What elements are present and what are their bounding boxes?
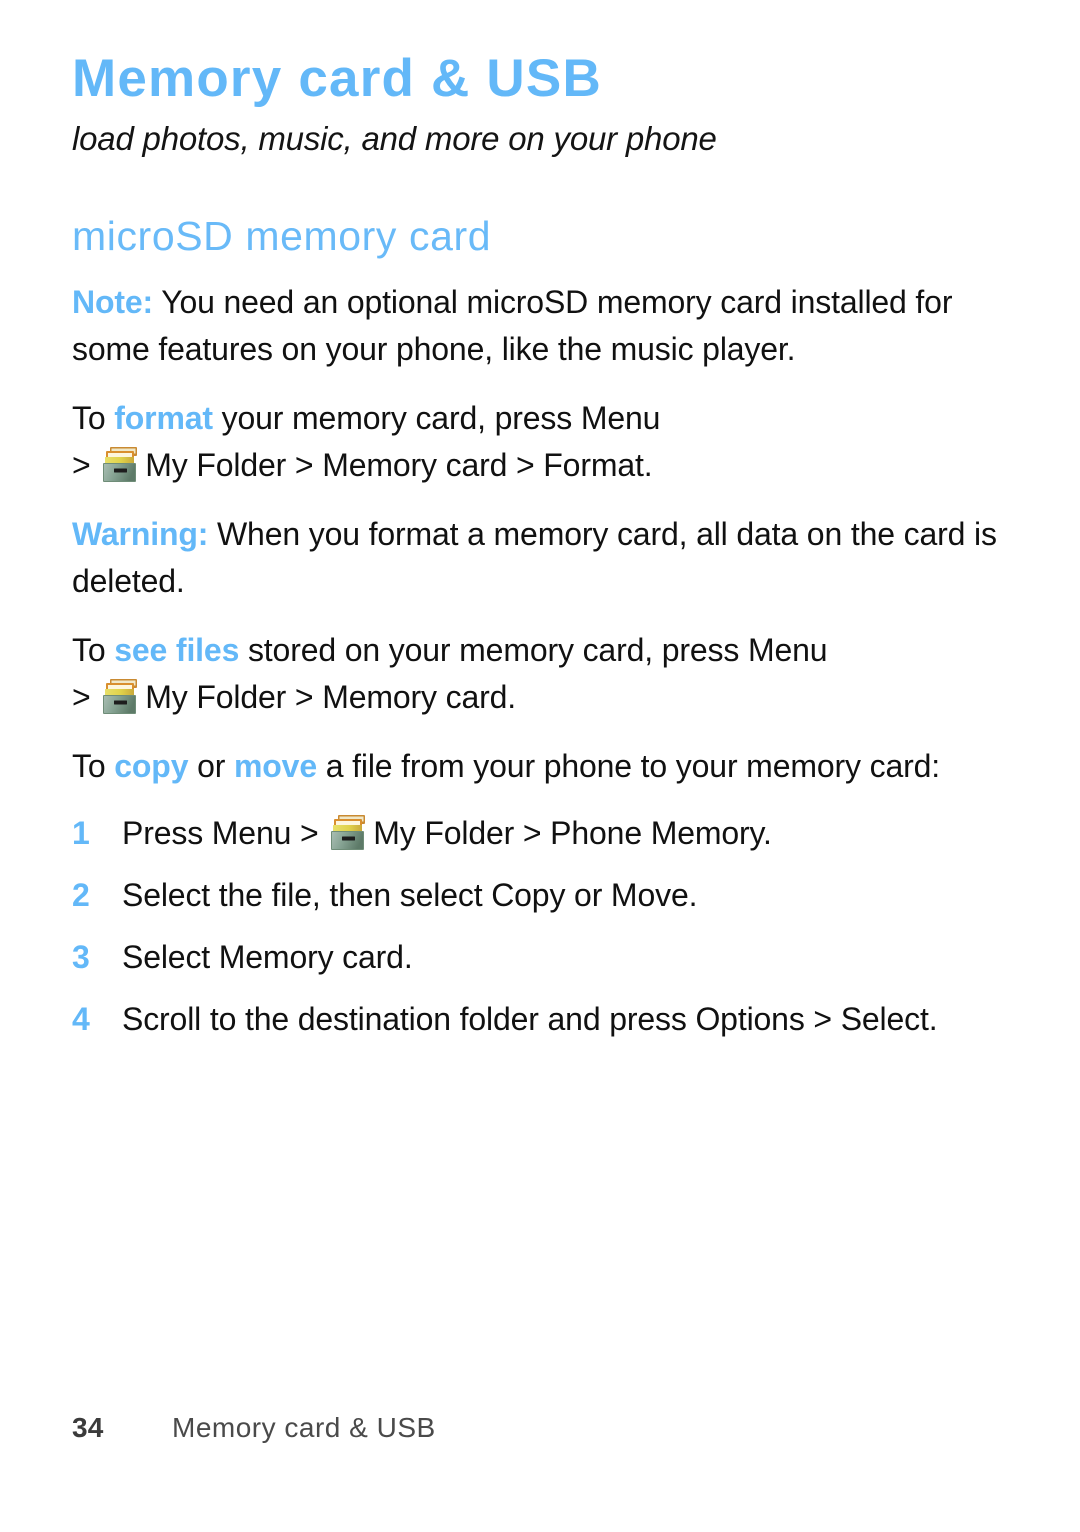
warning-label: Warning: [72,516,209,552]
step-text-pre: Press Menu > [122,815,328,851]
footer-chapter-title: Memory card & USB [172,1412,436,1443]
note-paragraph: Note: You need an optional microSD memor… [72,279,1020,373]
page-footer: 34 Memory card & USB [72,1412,1020,1444]
format-accent-word: format [114,400,213,436]
chapter-subtitle: load photos, music, and more on your pho… [72,120,717,157]
step-text-post: My Folder > Phone Memory. [373,815,772,851]
format-post-text: your memory card, press Menu [212,400,661,436]
step-text: Select Memory card. [122,939,413,975]
see-files-path-prefix: > [72,679,100,715]
file-cabinet-folder-icon [101,678,141,716]
list-item: 2 Select the file, then select Copy or Mo… [72,872,1020,919]
copy-move-pre-text: To [72,748,115,784]
step-number: 3 [72,939,90,975]
file-cabinet-folder-icon [101,446,141,484]
move-accent-word: move [233,748,317,784]
warning-text: When you format a memory card, all data … [72,516,997,599]
page-content: Memory card & USB load photos, music, an… [72,52,1020,1043]
step-text: Scroll to the destination folder and pre… [122,1001,938,1037]
steps-list: 1 Press Menu > My Folder > Phone Memory.… [72,810,1020,1043]
list-item: 1 Press Menu > My Folder > Phone Memory. [72,810,1020,857]
page-title: Memory card & USB [72,49,602,108]
see-files-pre-text: To [72,632,115,668]
list-item: 4 Scroll to the destination folder and pr… [72,996,1020,1043]
step-text: Select the file, then select Copy or Mov… [122,877,698,913]
format-paragraph: To format your memory card, press Menu > [72,395,1020,489]
see-files-path-text: My Folder > Memory card. [145,679,516,715]
copy-accent-word: copy [114,748,189,784]
copy-move-post-text: a file from your phone to your memory ca… [316,748,940,784]
note-label: Note: [72,284,154,320]
copy-move-paragraph: To copy or move a file from your phone t… [72,743,1020,790]
step-number: 2 [72,877,90,913]
format-pre-text: To [72,400,115,436]
copy-move-mid-text: or [188,748,234,784]
see-files-post-text: stored on your memory card, press Menu [239,632,828,668]
format-path-prefix: > [72,447,100,483]
file-cabinet-folder-icon [329,814,369,852]
see-files-accent-word: see files [114,632,240,668]
manual-page: Memory card & USB load photos, music, an… [0,0,1080,1532]
step-number: 1 [72,815,90,851]
footer-page-number: 34 [72,1412,104,1443]
see-files-paragraph: To see files stored on your memory card,… [72,627,1020,721]
step-number: 4 [72,1001,90,1037]
list-item: 3 Select Memory card. [72,934,1020,981]
format-path-text: My Folder > Memory card > Format. [145,447,653,483]
section-heading-microsd: microSD memory card [72,213,492,259]
note-text: You need an optional microSD memory card… [72,284,953,367]
warning-paragraph: Warning: When you format a memory card, … [72,511,1020,605]
